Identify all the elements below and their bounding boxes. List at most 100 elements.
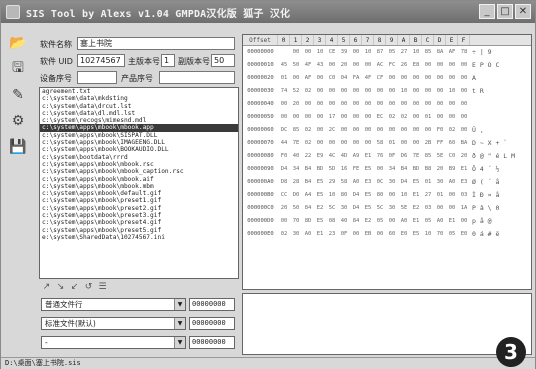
hex-byte[interactable]: 45 [278, 59, 290, 72]
hex-byte[interactable]: 00 [458, 111, 470, 124]
hex-byte[interactable]: 00 [458, 59, 470, 72]
hex-byte[interactable]: A9 [350, 150, 362, 163]
hex-byte[interactable]: AC [374, 59, 386, 72]
hex-byte[interactable]: AF [302, 72, 314, 85]
hex-byte[interactable]: E1 [410, 189, 422, 202]
hex-byte[interactable]: 34 [290, 163, 302, 176]
hex-byte[interactable]: 00 [314, 72, 326, 85]
hex-byte[interactable]: 5E [434, 150, 446, 163]
maximize-button[interactable]: □ [497, 4, 513, 19]
hex-byte[interactable]: 00 [446, 59, 458, 72]
hex-byte[interactable]: 00 [434, 98, 446, 111]
hex-row[interactable]: 000000E0 02 30 A0 E1 23 0F 00 EB 00 60 E0 E5 10 70 05 E0… [243, 228, 531, 241]
hex-byte[interactable]: 00 [362, 85, 374, 98]
hex-byte[interactable]: 00 [278, 215, 290, 228]
hex-byte[interactable]: FC [386, 59, 398, 72]
hex-byte[interactable]: 00 [386, 215, 398, 228]
hex-byte[interactable]: E5 [362, 163, 374, 176]
hex-byte[interactable]: 02 [302, 85, 314, 98]
hex-byte[interactable]: 00 [350, 59, 362, 72]
hex-byte[interactable]: B4 [302, 163, 314, 176]
hex-byte[interactable]: 80 [374, 189, 386, 202]
hex-byte[interactable]: 00 [398, 124, 410, 137]
hex-byte[interactable]: 00 [302, 46, 314, 59]
hex-byte[interactable]: 00 [290, 72, 302, 85]
hex-byte[interactable]: 44 [278, 137, 290, 150]
hex-row[interactable]: 00000050 00 00 00 00 17 00 00 00 EC 02 02 00 01 00 00 00 [243, 111, 531, 124]
product-serial-field[interactable] [159, 71, 235, 84]
hex-row[interactable]: 000000D0 00 70 8D E5 08 40 84 E2 05 00 A0 E1 05 A0 E1 00… [243, 215, 531, 228]
hex-byte[interactable]: E5 [410, 176, 422, 189]
hex-byte[interactable]: E5 [362, 189, 374, 202]
hex-byte[interactable]: D8 [278, 176, 290, 189]
hex-byte[interactable]: 10 [314, 46, 326, 59]
file-list-item[interactable]: c:\system\recogs\mimesnd.mdl [40, 117, 238, 124]
hex-byte[interactable]: 34 [386, 163, 398, 176]
file-list-item[interactable]: c:\system\data\mkdsting [40, 95, 238, 102]
hex-byte[interactable]: 00 [350, 137, 362, 150]
hex-byte[interactable]: 00 [386, 72, 398, 85]
hex-byte[interactable]: 84 [350, 215, 362, 228]
hex-byte[interactable]: 00 [386, 85, 398, 98]
hex-byte[interactable]: 00 [326, 59, 338, 72]
file-list-item[interactable]: c:\system\apps\mbook\default.gif [40, 190, 238, 197]
file-type-select[interactable]: 普通文件行 ▼ [41, 298, 186, 311]
hex-byte[interactable]: 10 [422, 228, 434, 241]
hex-byte[interactable]: A0 [350, 176, 362, 189]
hex-byte[interactable]: B4 [398, 163, 410, 176]
hex-byte[interactable]: 10 [446, 85, 458, 98]
hex-byte[interactable]: 20 [458, 150, 470, 163]
hex-byte[interactable]: 00 [362, 124, 374, 137]
hex-byte[interactable]: D4 [278, 163, 290, 176]
hex-byte[interactable]: 00 [446, 72, 458, 85]
move-left-icon[interactable]: ↙ [69, 282, 80, 293]
hex-byte[interactable]: 00 [422, 59, 434, 72]
hex-byte[interactable]: 00 [350, 111, 362, 124]
hex-byte[interactable]: 00 [374, 228, 386, 241]
hex-byte[interactable]: CC [278, 189, 290, 202]
hex-byte[interactable]: 00 [362, 111, 374, 124]
minimize-button[interactable]: _ [479, 4, 495, 19]
hex-byte[interactable]: 00 [374, 98, 386, 111]
hex-byte[interactable]: 02 [278, 228, 290, 241]
hex-byte[interactable]: 00 [398, 98, 410, 111]
hex-byte[interactable]: E2 [410, 202, 422, 215]
hex-byte[interactable]: 43 [314, 59, 326, 72]
hex-byte[interactable]: 40 [338, 215, 350, 228]
chevron-down-icon[interactable]: ▼ [174, 318, 185, 329]
software-name-field[interactable]: 塞上书院 [77, 37, 235, 50]
hex-byte[interactable]: 28 [290, 176, 302, 189]
hex-byte[interactable]: 00 [398, 72, 410, 85]
hex-byte[interactable]: 00 [362, 137, 374, 150]
hex-byte[interactable]: D4 [350, 202, 362, 215]
hex-byte[interactable]: BD [410, 163, 422, 176]
hex-byte[interactable]: D4 [398, 176, 410, 189]
hex-byte[interactable]: 50 [290, 202, 302, 215]
hex-byte[interactable]: 02 [398, 111, 410, 124]
hex-byte[interactable]: 10 [326, 189, 338, 202]
hex-byte[interactable]: 76 [374, 150, 386, 163]
hex-byte[interactable]: E5 [314, 189, 326, 202]
hex-byte[interactable]: B8 [422, 163, 434, 176]
hex-byte[interactable]: 00 [338, 98, 350, 111]
hex-byte[interactable]: 00 [422, 85, 434, 98]
file-list-item[interactable]: c:\system\data\drcut.lst [40, 103, 238, 110]
hex-byte[interactable]: 20 [434, 163, 446, 176]
file-list-item[interactable]: c:\system\apps\mbook\mbook.mbm [40, 183, 238, 190]
disk-icon[interactable]: 💾 [7, 137, 29, 157]
hex-byte[interactable]: 26 [398, 59, 410, 72]
hex-byte[interactable]: 0F [338, 228, 350, 241]
file-list-item[interactable]: c:\system\apps\mbook\mbook.rsc [40, 161, 238, 168]
hex-byte[interactable]: 00 [446, 111, 458, 124]
hex-byte[interactable]: 30 [290, 228, 302, 241]
hex-byte[interactable]: 5E [398, 202, 410, 215]
hex-row[interactable]: 00000010 45 50 4F 43 00 20 00 00 AC FC 26 E8 00 00 00 00… [243, 59, 531, 72]
file-list-item[interactable]: c:\system\apps\mbook\mbook.aif [40, 176, 238, 183]
hex-byte[interactable]: E9 [314, 150, 326, 163]
file-list-item[interactable]: c:\system\apps\mbook\SISPAT.DLL [40, 132, 238, 139]
hex-byte[interactable]: 4D [338, 150, 350, 163]
hex-byte[interactable]: 00 [446, 98, 458, 111]
move-up-icon[interactable]: ↗ [41, 282, 52, 293]
hex-byte[interactable]: 7E [410, 150, 422, 163]
hex-byte[interactable]: 00 [458, 215, 470, 228]
